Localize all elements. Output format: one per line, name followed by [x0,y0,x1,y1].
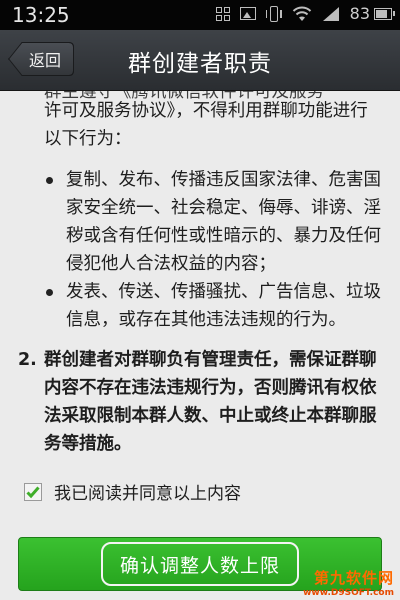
status-bar: 13:25 83 [0,0,400,30]
bullet-icon [46,289,53,296]
battery-icon [374,7,395,20]
status-time: 13:25 [12,3,70,27]
watermark: 第九软件网 www.D9SOFT.com [303,567,394,598]
watermark-title: 第九软件网 [313,569,394,587]
agree-label: 我已阅读并同意以上内容 [54,484,241,504]
bullet-item-1: 复制、发布、传播违反国家法律、危害国家安全统一、社会稳定、侮辱、诽谤、淫秽或含有… [66,170,381,274]
wifi-icon [292,6,311,21]
intro-line-2: 以下行为： [44,129,132,149]
bullet-item-2: 发表、传送、传播骚扰、广告信息、垃圾信息，或存在其他违法违规的行为。 [66,282,381,330]
status-icons: 83 [215,4,395,23]
title-bar: 返回 群创建者职责 [0,30,400,91]
agree-row[interactable]: 我已阅读并同意以上内容 [24,479,241,504]
battery-percent: 83 [349,4,370,23]
vibrate-icon [265,5,282,23]
signal-icon [322,6,339,21]
page-title: 群创建者职责 [128,51,272,77]
bullet-icon [46,177,53,184]
confirm-button-label: 确认调整人数上限 [101,542,299,586]
agree-checkbox[interactable] [24,482,42,501]
item-2-text: 群创建者对群聊负有管理责任，需保证群聊内容不存在违法违规行为，否则腾讯有权依法采… [44,350,377,454]
check-icon [26,486,40,498]
image-icon [239,7,256,20]
watermark-url: www.D9SOFT.com [303,588,394,598]
item-number: 2. [18,350,37,370]
grid-icon [215,6,230,21]
intro-line-1: 许可及服务协议》，不得利用群聊功能进行 [44,101,368,121]
agreement-content: 群主遵守《腾讯微信软件许可及服务 许可及服务协议》，不得利用群聊功能进行 以下行… [0,91,400,600]
